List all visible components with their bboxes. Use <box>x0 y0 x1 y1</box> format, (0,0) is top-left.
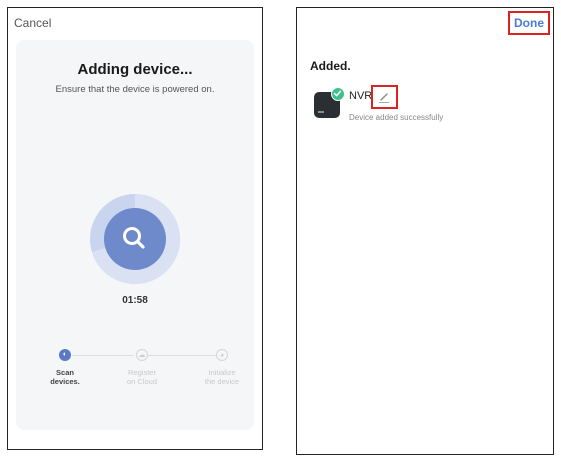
scan-progress-indicator <box>89 193 181 285</box>
check-badge-icon <box>331 87 345 101</box>
added-heading: Added. <box>310 59 351 73</box>
step-scan-label: Scan devices. <box>35 368 95 386</box>
adding-device-card: Adding device... Ensure that the device … <box>16 40 254 430</box>
step-connector <box>148 355 216 356</box>
step-connector <box>72 355 134 356</box>
step-scan-dot: ◐ <box>59 349 71 361</box>
adding-device-screen: Cancel Adding device... Ensure that the … <box>7 7 263 450</box>
scan-icon: ◐ <box>62 351 68 358</box>
step-register-dot: ☁ <box>136 349 148 361</box>
scan-ring <box>90 193 181 284</box>
init-icon: ◕ <box>219 352 225 359</box>
step-label-line: on Cloud <box>126 377 158 386</box>
page-title: Adding device... <box>77 61 193 78</box>
step-label-line: the device <box>204 377 240 386</box>
cloud-icon: ☁ <box>138 352 146 359</box>
step-label-line: Register <box>128 368 156 377</box>
step-initialize-dot: ◕ <box>216 349 228 361</box>
device-name: NVR <box>349 90 373 102</box>
page-subtitle: Ensure that the device is powered on. <box>55 84 215 95</box>
step-register-label: Register on Cloud <box>112 368 172 386</box>
done-highlight-box: Done <box>508 11 550 35</box>
step-label-line: Scan <box>56 368 74 377</box>
device-added-screen: Done Added. NVR Device added successfull… <box>296 7 554 455</box>
pencil-icon <box>379 93 389 103</box>
step-initialize-label: Initialize the device <box>192 368 252 386</box>
device-status: Device added successfully <box>349 113 444 122</box>
done-button[interactable]: Done <box>510 13 548 33</box>
cancel-button[interactable]: Cancel <box>14 16 51 30</box>
step-label-line: devices. <box>50 377 80 386</box>
countdown-timer: 01:58 <box>122 295 148 306</box>
step-label-line: Initialize <box>208 368 236 377</box>
edit-name-button[interactable] <box>373 87 396 107</box>
edit-highlight-box <box>371 85 398 109</box>
check-mark <box>333 90 342 97</box>
device-indicator <box>318 111 324 113</box>
